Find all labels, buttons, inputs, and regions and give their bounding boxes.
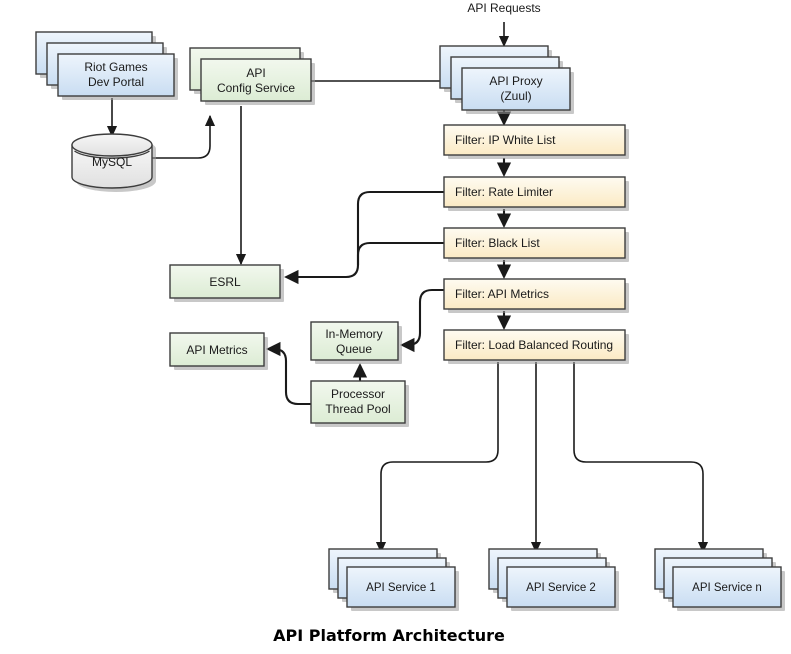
node-api-config-service[interactable]: API Config Service [189, 47, 315, 105]
api-service-n-label: API Service n [692, 582, 762, 594]
processor-thread-pool-label-line2: Thread Pool [325, 402, 390, 416]
in-memory-queue-label-line2: Queue [336, 342, 372, 356]
api-metrics-store-label: API Metrics [186, 343, 247, 357]
node-api-service-2[interactable]: API Service 2 [488, 548, 619, 611]
diagram-caption: API Platform Architecture [273, 626, 505, 645]
node-processor-thread-pool[interactable]: Processor Thread Pool [310, 380, 409, 427]
api-requests-label: API Requests [467, 1, 540, 15]
edge-blacklist-to-esrl [356, 241, 444, 265]
diagram-svg: Riot Games Dev Portal MySQL API Config S… [35, 1, 785, 645]
dev-portal-label-line1: Riot Games [84, 60, 147, 74]
filter-api-metrics-label: Filter: API Metrics [455, 287, 549, 301]
node-filter-ip-white-list[interactable]: Filter: IP White List [443, 124, 629, 159]
node-filter-api-metrics[interactable]: Filter: API Metrics [443, 278, 629, 313]
edge-ratelimiter-to-esrl [284, 190, 444, 285]
node-esrl[interactable]: ESRL [169, 264, 284, 302]
node-api-proxy[interactable]: API Proxy (Zuul) [439, 45, 574, 114]
node-api-service-1[interactable]: API Service 1 [328, 548, 459, 611]
edge-apimetricsfilter-to-queue [400, 288, 444, 353]
esrl-label: ESRL [209, 275, 241, 289]
edge-routing-to-servicen [573, 362, 709, 554]
api-config-service-label-line1: API [246, 66, 265, 80]
node-in-memory-queue[interactable]: In-Memory Queue [310, 321, 402, 364]
node-dev-portal[interactable]: Riot Games Dev Portal [35, 31, 178, 100]
node-mysql[interactable]: MySQL [71, 133, 156, 192]
edge-mysql-to-configservice [152, 114, 216, 159]
edge-threadpool-to-apimetricsstore [266, 341, 311, 406]
filter-ip-white-list-label: Filter: IP White List [455, 133, 556, 147]
node-filter-black-list[interactable]: Filter: Black List [443, 227, 629, 262]
api-proxy-label-line2: (Zuul) [500, 89, 531, 103]
api-service-2-label: API Service 2 [526, 582, 596, 594]
filter-rate-limiter-label: Filter: Rate Limiter [455, 185, 553, 199]
architecture-diagram-canvas: Riot Games Dev Portal MySQL API Config S… [0, 0, 791, 654]
dev-portal-label-line2: Dev Portal [88, 75, 144, 89]
filter-black-list-label: Filter: Black List [455, 236, 540, 250]
api-service-1-label: API Service 1 [366, 582, 436, 594]
mysql-label: MySQL [92, 155, 132, 169]
node-api-metrics-store[interactable]: API Metrics [169, 332, 268, 370]
node-api-service-n[interactable]: API Service n [654, 548, 785, 611]
api-config-service-label-line2: Config Service [217, 81, 295, 95]
api-proxy-label-line1: API Proxy [489, 74, 542, 88]
node-filter-rate-limiter[interactable]: Filter: Rate Limiter [443, 176, 629, 211]
in-memory-queue-label-line1: In-Memory [325, 327, 382, 341]
processor-thread-pool-label-line1: Processor [331, 387, 385, 401]
filter-load-balanced-routing-label: Filter: Load Balanced Routing [455, 338, 613, 352]
node-filter-load-balanced-routing[interactable]: Filter: Load Balanced Routing [443, 329, 629, 364]
